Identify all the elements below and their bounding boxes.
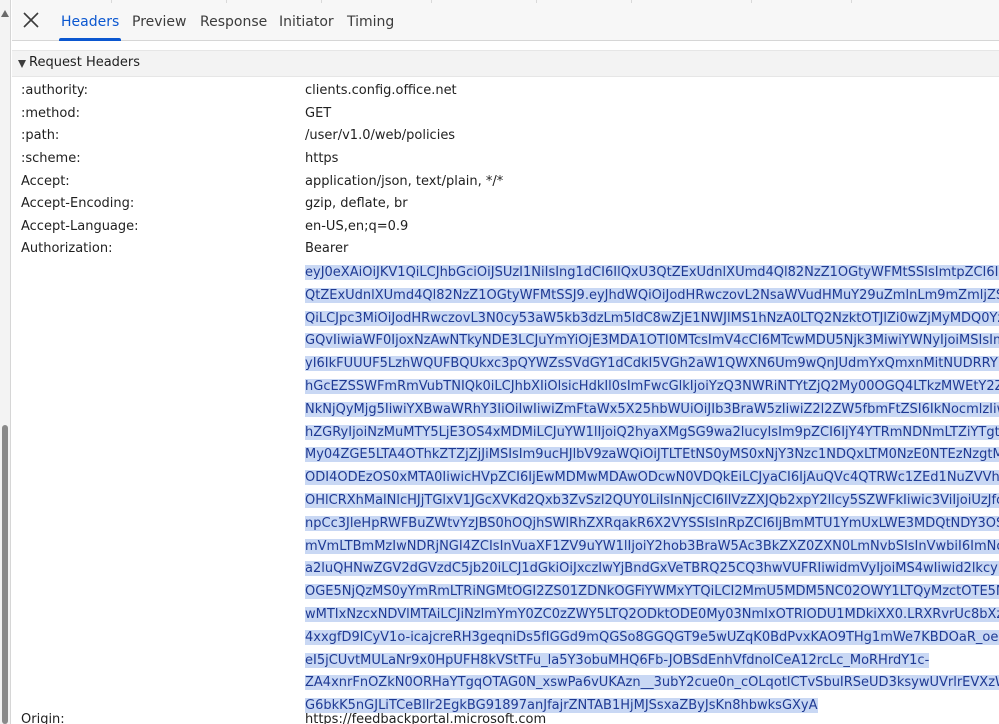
token-line: npCc3JleHpRWFBuZWtvYzJBS0hOQjhSWlRhZXRqa… xyxy=(305,513,999,536)
close-icon[interactable] xyxy=(20,9,42,31)
header-name-method: :method: xyxy=(21,106,80,121)
request-headers-section[interactable]: Request Headers xyxy=(12,50,999,77)
header-name-accept-encoding: Accept-Encoding: xyxy=(21,196,135,211)
left-scrollbar[interactable] xyxy=(0,0,11,724)
header-name-accept: Accept: xyxy=(21,174,70,189)
token-line: My04ZGE5LTA4OThkZTZjZjJiMSIsIm9ucHJlbV9z… xyxy=(305,444,999,467)
token-line: hGcEZSSWFmRmVubTNIQk0iLCJhbXIiOlsicHdkIl… xyxy=(305,376,999,399)
section-title: Request Headers xyxy=(29,55,141,70)
token-line: eyJ0eXAiOiJKV1QiLCJhbGciOiJSUzI1NiIsIng1… xyxy=(305,262,999,285)
token-line: NkNjQyMjg5IiwiYXBwaWRhY3IiOiIwIiwiZmFtaW… xyxy=(305,399,999,422)
header-name-accept-language: Accept-Language: xyxy=(21,219,139,234)
token-line: yI6IkFUUUF5LzhWQUFBQUkxc3pQYWZsSVdGY1dCd… xyxy=(305,353,999,376)
token-line: eI5jCUvtMULaNr9x0HpUFH8kVStTFu_la5Y3obuM… xyxy=(305,652,930,668)
header-name-path: :path: xyxy=(21,128,60,143)
header-value-accept: application/json, text/plain, */* xyxy=(305,174,504,189)
header-name-scheme: :scheme: xyxy=(21,151,81,166)
token-line: wMTIxNzcxNDVlMTAiLCJiNzlmYmY0ZC0zZWY5LTQ… xyxy=(305,604,999,627)
scrollbar-thumb[interactable] xyxy=(2,425,8,724)
token-line: ODI4ODEzOS0xMTA0IiwicHVpZCI6IjEwMDMwMDAw… xyxy=(305,467,999,490)
tab-initiator[interactable]: Initiator xyxy=(279,0,334,41)
header-value-method: GET xyxy=(305,106,332,121)
header-value-accept-language: en-US,en;q=0.9 xyxy=(305,219,409,234)
token-line: 4xxgfD9lCyV1o-icajcreRH3geqniDs5fIGGd9mQ… xyxy=(305,627,999,650)
token-line: a2luQHNwZGV2dGVzdC5jb20iLCJ1dGkiOiJxczIw… xyxy=(305,558,999,581)
header-name-authorization: Authorization: xyxy=(21,241,113,256)
header-value-origin: https://feedbackportal.microsoft.com xyxy=(305,712,547,724)
collapse-triangle-icon[interactable] xyxy=(18,60,26,68)
token-line: hZGRyIjoiNzMuMTY5LjE3OS4xMDMiLCJuYW1lIjo… xyxy=(305,422,999,445)
tab-bar: Headers Preview Response Initiator Timin… xyxy=(12,0,999,41)
scroll-up-arrow-icon[interactable] xyxy=(1,10,9,17)
token-line: ZA4xnrFnOZkN0ORHaYTgqOTAG0N_xswPa6vUKAzn… xyxy=(305,672,999,695)
header-value-path: /user/v1.0/web/policies xyxy=(305,128,456,143)
header-value-authority: clients.config.office.net xyxy=(305,83,457,98)
token-line: QtZExUdnlXUmd4Ql82NzZ1OGtyWFMtSSJ9.eyJhd… xyxy=(305,285,999,308)
header-value-accept-encoding: gzip, deflate, br xyxy=(305,196,408,211)
header-value-authorization: Bearer xyxy=(305,241,349,256)
token-line: OHlCRXhMalNlcHJjTGlxV1JGcXVKd2Qxb3ZvSzl2… xyxy=(305,490,999,513)
header-name-authority: :authority: xyxy=(21,83,89,98)
tab-response[interactable]: Response xyxy=(200,0,267,41)
tab-timing[interactable]: Timing xyxy=(347,0,394,41)
tab-preview[interactable]: Preview xyxy=(132,0,187,41)
token-line: OGE5NjQzMS0yYmRmLTRiNGMtOGI2ZS01ZDNkOGFi… xyxy=(305,581,999,604)
token-line: mVmLTBmMzIwNDRjNGI4ZCIsInVuaXF1ZV9uYW1lI… xyxy=(305,536,999,559)
token-line: QiLCJpc3MiOiJodHRwczovL3N0cy53aW5kb3dzLm… xyxy=(305,308,999,331)
tab-headers[interactable]: Headers xyxy=(58,0,122,41)
authorization-token[interactable]: eyJ0eXAiOiJKV1QiLCJhbGciOiJSUzI1NiIsIng1… xyxy=(305,262,999,718)
token-line: GQvIiwiaWF0IjoxNzAwNTkyNDE3LCJuYmYiOjE3M… xyxy=(305,330,999,353)
header-value-scheme: https xyxy=(305,151,339,166)
header-name-origin: Origin: xyxy=(21,712,65,724)
